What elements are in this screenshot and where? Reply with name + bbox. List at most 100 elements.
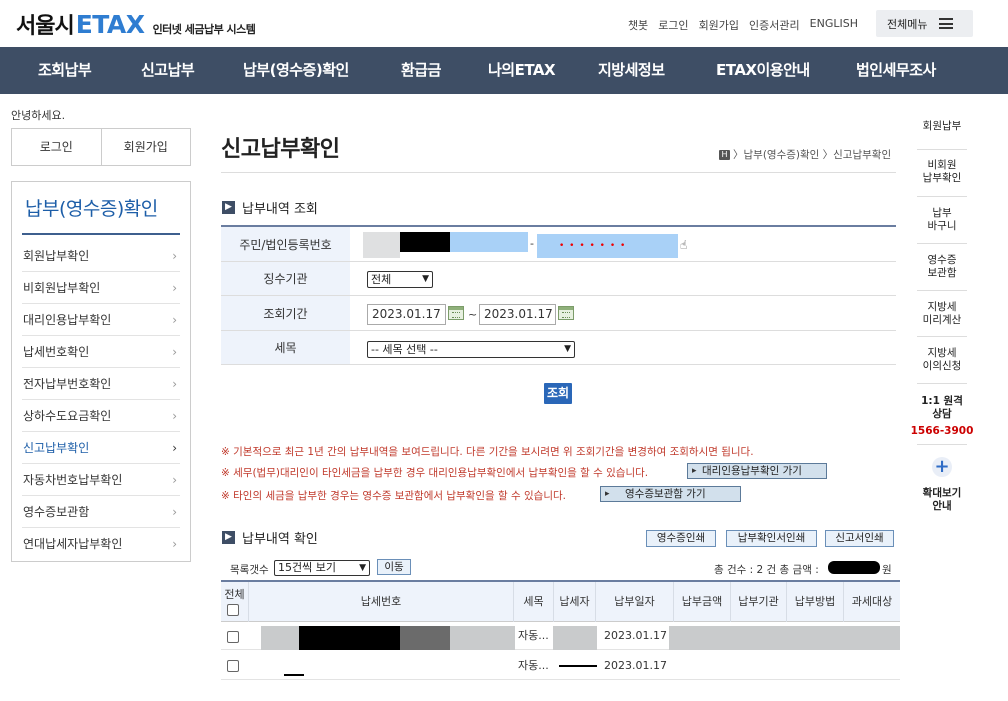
quick-divider bbox=[917, 243, 967, 244]
tax-item-select[interactable]: -- 세목 선택 -- ▼ bbox=[367, 341, 575, 358]
chevron-down-icon: ▼ bbox=[359, 563, 366, 573]
chevron-right-icon: › bbox=[172, 505, 177, 519]
quick-member-pay[interactable]: 회원납부 bbox=[907, 120, 977, 133]
gnb-item-refund[interactable]: 환급금 bbox=[401, 47, 441, 94]
row-checkbox[interactable] bbox=[227, 631, 239, 643]
global-nav: 조회납부 신고납부 납부(영수증)확인 환급금 나의ETAX 지방세정보 ETA… bbox=[0, 47, 1008, 94]
total-summary: 총 건수 : 2 건 총 금액 : bbox=[714, 564, 819, 576]
query-form: 주민/법인등록번호 - • • • • • • • ☝ 징수기관 전체 ▼ 조회기… bbox=[221, 225, 896, 365]
sidebar-item-tax-number-check[interactable]: 납세번호확인 › bbox=[22, 336, 180, 368]
quick-nonmember-check[interactable]: 비회원 납부확인 bbox=[907, 159, 977, 185]
row-checkbox[interactable] bbox=[227, 660, 239, 672]
id-label: 주민/법인등록번호 bbox=[221, 227, 350, 261]
zoom-plus-icon[interactable]: + bbox=[932, 457, 952, 477]
calendar-to-icon[interactable] bbox=[558, 306, 574, 320]
sidebar-item-label: 납세번호확인 bbox=[23, 345, 90, 359]
home-icon[interactable]: H bbox=[719, 149, 730, 160]
sidebar-item-electronic-number-check[interactable]: 전자납부번호확인 › bbox=[22, 368, 180, 400]
quick-divider bbox=[917, 336, 967, 337]
sidebar-item-nonmember-pay-check[interactable]: 비회원납부확인 › bbox=[22, 272, 180, 304]
table-row[interactable]: 자동... 2023.01.17 bbox=[221, 622, 900, 650]
quick-phone-number: 1566-3900 bbox=[910, 425, 974, 437]
quick-remote-consult[interactable]: 1:1 원격 상담 bbox=[907, 395, 977, 421]
date-from-input[interactable]: 2023.01.17 bbox=[367, 304, 446, 325]
total-amount-redacted bbox=[828, 561, 880, 574]
gnb-item-corporate-audit[interactable]: 법인세무조사 bbox=[856, 47, 936, 94]
table-row[interactable]: 자동... 2023.01.17 bbox=[221, 652, 900, 680]
print-receipt-button[interactable]: 영수증인쇄 bbox=[646, 530, 716, 547]
quick-tax-calculator[interactable]: 지방세 미리계산 bbox=[907, 301, 977, 327]
sidebar-item-report-pay-check[interactable]: 신고납부확인 › bbox=[22, 432, 180, 464]
print-report-button[interactable]: 신고서인쇄 bbox=[825, 530, 894, 547]
top-link-login[interactable]: 로그인 bbox=[658, 17, 688, 33]
quick-divider bbox=[917, 383, 967, 384]
calendar-from-icon[interactable] bbox=[448, 306, 464, 320]
chevron-right-icon: › bbox=[172, 345, 177, 359]
quick-receipt-box[interactable]: 영수증 보관함 bbox=[907, 254, 977, 280]
list-toolbar: 목록갯수 15건씩 보기 ▼ 이동 총 건수 : 2 건 총 금액 : 원 bbox=[221, 558, 896, 580]
print-confirmation-button[interactable]: 납부확인서인쇄 bbox=[726, 530, 817, 547]
id-field-first-redacted[interactable] bbox=[363, 232, 400, 258]
sidebar-item-receipt-box[interactable]: 영수증보관함 › bbox=[22, 496, 180, 528]
agency-select[interactable]: 전체 ▼ bbox=[367, 271, 433, 288]
top-link-chatbot[interactable]: 챗봇 bbox=[628, 17, 648, 33]
go-agent-check-button[interactable]: 대리인용납부확인 가기 bbox=[687, 463, 827, 479]
chevron-right-icon: › bbox=[172, 313, 177, 327]
date-to-input[interactable]: 2023.01.17 bbox=[479, 304, 556, 325]
notice-receipt-box: ※ 타인의 세금을 납부한 경우는 영수증 보관함에서 납부확인을 할 수 있습… bbox=[221, 490, 566, 502]
hamburger-icon bbox=[939, 18, 954, 29]
gnb-item-local-tax-info[interactable]: 지방세정보 bbox=[598, 47, 665, 94]
form-row-agency: 징수기관 전체 ▼ bbox=[221, 262, 896, 296]
title-divider bbox=[221, 172, 896, 173]
quick-objection[interactable]: 지방세 이의신청 bbox=[907, 347, 977, 373]
quick-pay-basket[interactable]: 납부 바구니 bbox=[907, 207, 977, 233]
id-field-second[interactable]: • • • • • • • bbox=[537, 234, 678, 258]
sidebar-item-label: 대리인용납부확인 bbox=[23, 313, 112, 327]
gnb-item-receipt-check[interactable]: 납부(영수증)확인 bbox=[243, 47, 349, 94]
col-header-taxpayer: 납세자 bbox=[553, 582, 595, 622]
notice-agent: ※ 세무(법무)대리인이 타인세금을 납부한 경우 대리인용납부확인에서 납부확… bbox=[221, 467, 649, 479]
top-link-join[interactable]: 회원가입 bbox=[699, 17, 739, 33]
gnb-item-etax-guide[interactable]: ETAX이용안내 bbox=[716, 47, 810, 94]
gnb-item-report-pay[interactable]: 신고납부 bbox=[141, 47, 195, 94]
sidebar-item-label: 신고납부확인 bbox=[23, 441, 90, 455]
all-menu-button[interactable]: 전체메뉴 bbox=[876, 10, 973, 37]
go-receipt-box-button[interactable]: 영수증보관함 가기 bbox=[600, 486, 741, 502]
row-tax-item: 자동... bbox=[518, 629, 549, 642]
tax-number-redacted bbox=[261, 626, 299, 650]
move-button[interactable]: 이동 bbox=[377, 559, 411, 575]
gnb-item-my-etax[interactable]: 나의ETAX bbox=[488, 47, 556, 94]
section-query-label: 납부내역 조회 bbox=[242, 202, 318, 217]
taxpayer-redacted bbox=[553, 626, 597, 650]
left-login-button[interactable]: 로그인 bbox=[12, 129, 101, 165]
sidebar-item-car-number-check[interactable]: 자동차번호납부확인 › bbox=[22, 464, 180, 496]
row-pay-date: 2023.01.17 bbox=[604, 629, 667, 642]
list-count-select[interactable]: 15건씩 보기 ▼ bbox=[274, 560, 370, 576]
sidebar-item-joint-taxpayer-check[interactable]: 연대납세자납부확인 › bbox=[22, 528, 180, 560]
sidebar-item-water-bill-check[interactable]: 상하수도요금확인 › bbox=[22, 400, 180, 432]
top-link-english[interactable]: ENGLISH bbox=[810, 17, 858, 33]
left-join-button[interactable]: 회원가입 bbox=[100, 129, 191, 165]
chevron-down-icon: ▼ bbox=[564, 344, 571, 354]
top-link-certificate[interactable]: 인증서관리 bbox=[749, 17, 800, 33]
site-logo[interactable]: 서울시 ETAX 인터넷 세금납부 시스템 bbox=[16, 8, 256, 40]
tax-number-redacted bbox=[400, 626, 450, 650]
select-all-checkbox[interactable] bbox=[227, 604, 239, 616]
section-arrow-icon: ▶ bbox=[222, 201, 235, 214]
sidebar-item-label: 비회원납부확인 bbox=[23, 281, 101, 295]
sidebar-item-agent-pay-check[interactable]: 대리인용납부확인 › bbox=[22, 304, 180, 336]
section-query-title: ▶ 납부내역 조회 bbox=[222, 198, 318, 217]
date-separator: ~ bbox=[468, 308, 478, 321]
sidebar-item-label: 연대납세자납부확인 bbox=[23, 537, 123, 551]
chevron-right-icon: › bbox=[172, 473, 177, 487]
search-button[interactable]: 조회 bbox=[544, 383, 572, 404]
chevron-right-icon: › bbox=[172, 281, 177, 295]
table-header: 전체 납세번호 세목 납세자 납부일자 납부금액 납부기관 납부방법 과세대상 bbox=[221, 580, 900, 622]
col-header-tax-target: 과세대상 bbox=[843, 582, 900, 622]
id-dash: - bbox=[530, 237, 534, 250]
quick-zoom-guide[interactable]: 확대보기 안내 bbox=[907, 487, 977, 513]
side-menu-title: 납부(영수증)확인 bbox=[25, 198, 158, 220]
sidebar-item-member-pay-check[interactable]: 회원납부확인 › bbox=[22, 240, 180, 272]
quick-menu: 회원납부 비회원 납부확인 납부 바구니 영수증 보관함 지방세 미리계산 지방… bbox=[907, 104, 977, 524]
gnb-item-inquiry-pay[interactable]: 조회납부 bbox=[38, 47, 92, 94]
